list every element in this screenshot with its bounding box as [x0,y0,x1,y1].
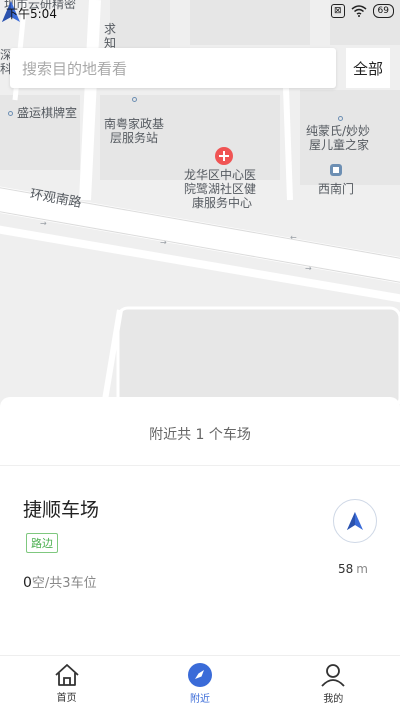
distance-readout: 58 m [338,562,368,576]
tab-bar: 首页 附近 我的 [0,655,400,711]
wifi-icon [351,5,367,17]
home-icon [55,664,79,686]
tab-nearby[interactable]: 附近 [133,656,266,711]
svg-text:→: → [40,219,47,228]
tab-mine-label: 我的 [323,694,344,705]
navigate-button[interactable] [333,499,377,543]
poi-hospital-line-2: 院鹭湖社区健 [184,182,257,196]
parking-lot-name[interactable]: 捷顺车场 [23,495,99,522]
user-icon [321,664,345,687]
poi-chess-label: 盛运棋牌室 [17,106,78,120]
poi-hospital-line-1: 龙华区中心医 [184,168,257,182]
svg-text:←: ← [290,233,297,242]
distance-value: 58 [338,562,354,576]
availability-suffix: 空/共3车位 [31,576,97,591]
status-icons: ⊠ 69 [331,4,394,18]
poi-westgate-label: 西南门 [318,182,355,196]
hospital-icon [215,147,233,165]
gate-icon [330,164,342,176]
distance-unit: m [356,562,368,576]
poi-chess-room[interactable]: 盛运棋牌室 [8,106,77,120]
compass-icon [187,663,212,687]
map-label-right-1: 求 [104,22,117,36]
tab-home-label: 首页 [56,693,77,704]
status-bar: 下午5:04 ⊠ 69 [0,0,400,24]
navigation-arrow-icon [347,512,363,530]
svg-text:→: → [160,238,167,247]
parking-lot-tag: 路边 [26,533,58,553]
svg-text:→: → [305,264,312,273]
tab-mine[interactable]: 我的 [267,656,400,711]
tab-nearby-label: 附近 [189,694,210,705]
poi-dot-icon [8,111,13,116]
poi-hospital-line-3: 康服务中心 [192,196,253,210]
sheet-divider [0,465,400,466]
tab-home[interactable]: 首页 [0,656,133,711]
all-filter-button[interactable]: 全部 [346,48,390,88]
poi-kids-line-1: 纯蒙氏/妙妙 [306,124,371,138]
poi-kids-line-2: 屋儿童之家 [309,138,370,152]
poi-nanyue-line-1: 南粤家政基 [104,117,165,131]
available-count: 0 [23,575,32,591]
poi-dot-icon [132,97,137,102]
status-time: 下午5:04 [6,7,57,21]
sim-icon: ⊠ [331,4,345,18]
parking-availability: 0空/共3车位 [23,572,97,591]
search-input[interactable]: 搜索目的地看看 [10,48,336,88]
nearby-sheet: 附近共 1 个车场 捷顺车场 路边 0空/共3车位 58 m [0,397,400,657]
poi-nanyue-line-2: 层服务站 [110,131,159,145]
battery-icon: 69 [372,4,394,18]
poi-dot-icon [338,116,343,121]
nearby-summary: 附近共 1 个车场 [149,427,251,443]
